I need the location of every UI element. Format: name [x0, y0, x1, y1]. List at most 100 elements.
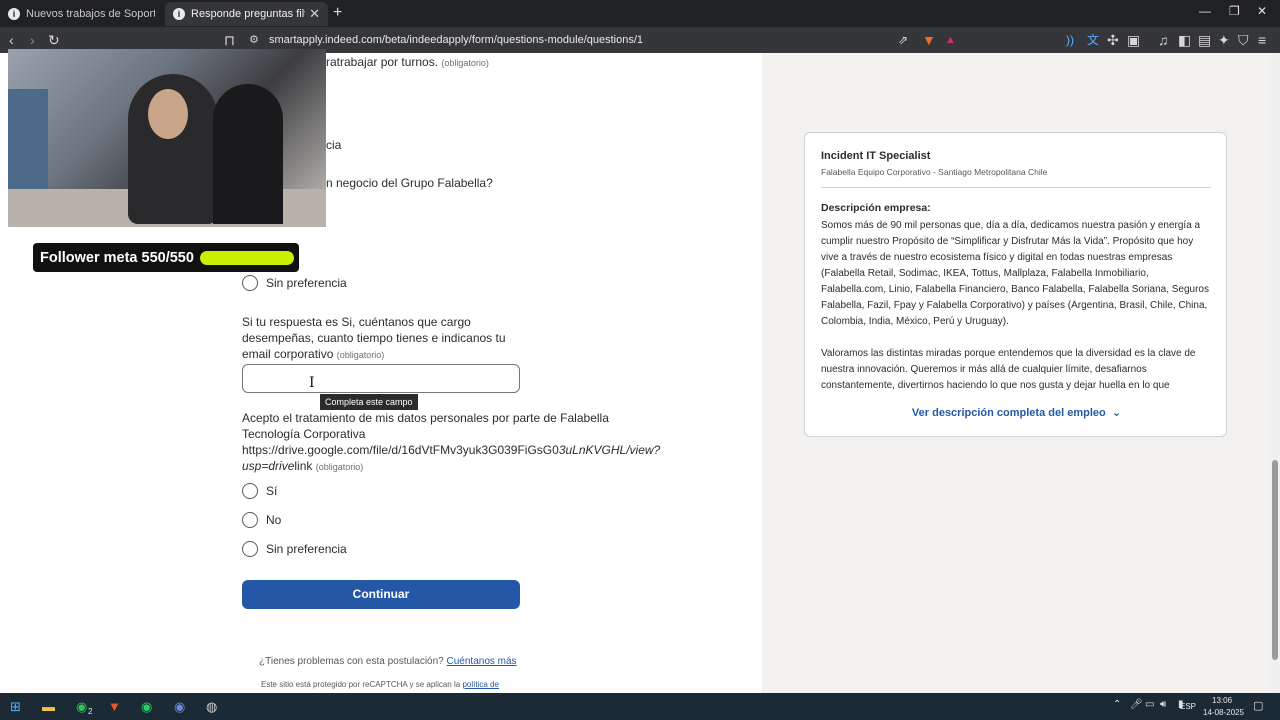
new-tab-icon[interactable]: + — [333, 4, 342, 22]
radio-label: Sin preferencia — [266, 542, 347, 556]
sidebar-icon[interactable]: ◧ — [1178, 31, 1191, 49]
see-full-description-button[interactable]: Ver descripción completa del empleo ⌄ — [805, 406, 1228, 419]
brave-shield-icon[interactable]: ▼ — [922, 31, 936, 49]
required-label: (obligatorio) — [315, 462, 364, 472]
tab-title: Nuevos trabajos de Soporte IT en Sa — [26, 8, 155, 20]
follower-goal-badge: Follower meta 550/550 — [33, 243, 299, 272]
description-paragraph-2: Valoramos las distintas miradas porque e… — [821, 348, 1196, 391]
reload-icon[interactable]: ↻ — [48, 31, 60, 49]
url-text: smartapply.indeed.com/beta/indeedapply/f… — [269, 34, 644, 46]
page-scrollbar[interactable] — [1270, 53, 1280, 693]
close-window-icon[interactable]: ✕ — [1257, 4, 1267, 18]
obs-icon[interactable]: ◍ — [206, 699, 217, 715]
site-settings-icon[interactable]: ⚙ — [249, 30, 259, 50]
description-paragraph-1: Somos más de 90 mil personas que, día a … — [821, 220, 1209, 327]
radio-no[interactable]: No — [242, 512, 281, 528]
leo-ai-icon[interactable]: ✦ — [1218, 31, 1230, 49]
footer-help: ¿Tienes problemas con esta postulación? … — [259, 656, 517, 667]
bookmark-icon[interactable]: ⊓ — [224, 31, 235, 49]
close-tab-icon[interactable]: ✕ — [309, 6, 320, 22]
webcam-face — [148, 89, 188, 139]
browser-tabstrip: i Nuevos trabajos de Soporte IT en Sa i … — [0, 0, 1280, 27]
clock-time[interactable]: 13:06 — [1212, 696, 1232, 705]
whatsapp-icon[interactable]: ◉ — [76, 699, 87, 715]
question-4-label: Acepto el tratamiento de mis datos perso… — [242, 410, 660, 475]
privacy-policy-link[interactable]: política de — [462, 680, 498, 689]
recaptcha-text: Este sitio está protegido por reCAPTCHA … — [261, 680, 461, 689]
follower-goal-text: Follower meta 550/550 — [40, 249, 194, 266]
job-title: Incident IT Specialist — [821, 150, 931, 162]
wallet-icon[interactable]: ▤ — [1198, 31, 1211, 49]
option-partial: cia — [326, 138, 342, 152]
question-2-partial: n negocio del Grupo Falabella? — [326, 176, 493, 190]
network-icon[interactable]: ▭ — [1145, 699, 1154, 710]
job-card: Incident IT Specialist Falabella Equipo … — [804, 132, 1227, 437]
cuentanos-mas-link[interactable]: Cuéntanos más — [447, 656, 517, 667]
audio-icon[interactable]: )) — [1066, 31, 1074, 49]
radio-button[interactable] — [242, 541, 258, 557]
drive-link-end: link — [294, 459, 313, 473]
footer-question: ¿Tienes problemas con esta postulación? — [259, 656, 444, 667]
radio-button[interactable] — [242, 275, 258, 291]
cargo-email-input[interactable] — [242, 364, 520, 393]
tab-title: Responde preguntas filtro de la — [191, 8, 305, 20]
radio-button[interactable] — [242, 512, 258, 528]
language-indicator[interactable]: ESP — [1180, 702, 1196, 711]
menu-icon[interactable]: ≡ — [1258, 31, 1266, 49]
see-full-label: Ver descripción completa del empleo — [911, 407, 1106, 419]
chevron-down-icon: ⌄ — [1108, 407, 1122, 419]
back-icon[interactable]: ‹ — [9, 31, 14, 49]
microphone-icon[interactable]: 🎤︎ — [1130, 699, 1143, 710]
radio-label: Sin preferencia — [266, 276, 347, 290]
screenshot-icon[interactable]: ▣ — [1127, 31, 1140, 49]
required-label: (obligatorio) — [336, 350, 385, 360]
required-label: (obligatorio) — [441, 58, 489, 68]
translate-icon[interactable]: 文 — [1087, 31, 1099, 49]
minimize-icon[interactable]: — — [1199, 4, 1211, 18]
volume-icon[interactable]: 🔊︎ — [1160, 699, 1166, 710]
job-company: Falabella Equipo Corporativo - Santiago … — [821, 167, 1048, 177]
webcam-second-person — [213, 84, 283, 224]
radio-label: Sí — [266, 484, 278, 498]
extensions-icon[interactable]: ✣ — [1107, 31, 1119, 49]
share-icon[interactable]: ⇗ — [898, 31, 908, 49]
question-4-text: Acepto el tratamiento de mis datos perso… — [242, 411, 609, 441]
radio-si[interactable]: Sí — [242, 483, 277, 499]
scroll-thumb[interactable] — [1272, 460, 1278, 660]
restore-icon[interactable]: ❐ — [1229, 4, 1240, 18]
tab-responde-preguntas[interactable]: i Responde preguntas filtro de la ✕ — [165, 2, 328, 26]
text-cursor-icon: I — [309, 375, 315, 391]
webcam-overlay — [8, 49, 326, 227]
tab-nuevos-trabajos[interactable]: i Nuevos trabajos de Soporte IT en Sa — [0, 2, 163, 26]
file-explorer-icon[interactable]: ▬ — [42, 699, 55, 714]
tray-expand-icon[interactable]: ⌃ — [1113, 699, 1121, 710]
radio-button[interactable] — [242, 483, 258, 499]
footer-recaptcha: Este sitio está protegido por reCAPTCHA … — [261, 680, 499, 689]
radio-label: No — [266, 513, 282, 527]
question-1-partial: ratrabajar por turnos. (obligatorio) — [326, 54, 489, 71]
media-icon[interactable]: ♫ — [1158, 31, 1169, 49]
brave-rewards-icon[interactable]: ▲ — [945, 31, 956, 49]
radio-sin-preferencia[interactable]: Sin preferencia — [242, 541, 347, 557]
spotify-icon[interactable]: ◉ — [141, 699, 152, 715]
clock-date[interactable]: 14-08-2025 — [1203, 708, 1244, 717]
notifications-icon[interactable]: ▢ — [1253, 699, 1263, 712]
discord-icon[interactable]: ◉ — [174, 699, 185, 715]
question-3-label: Si tu respuesta es Si, cuéntanos que car… — [242, 314, 532, 363]
question-1-text: ratrabajar por turnos. — [326, 55, 439, 69]
question-4-link: https://drive.google.com/file/d/16dVtFMv… — [242, 442, 660, 475]
info-icon: i — [173, 8, 185, 20]
forward-icon[interactable]: › — [30, 31, 35, 49]
address-bar[interactable]: ⚙ smartapply.indeed.com/beta/indeedapply… — [243, 30, 963, 50]
validation-tooltip: Completa este campo — [320, 394, 418, 410]
brave-icon[interactable]: ▼ — [108, 699, 121, 714]
continue-button[interactable]: Continuar — [242, 580, 520, 609]
divider — [821, 187, 1211, 188]
info-icon: i — [8, 8, 20, 20]
windows-start-icon[interactable]: ⊞ — [10, 699, 21, 715]
windows-taskbar: ⊞ ▬ ◉ 2 ▼ ◉ ◉ ◍ ⌃ 🎤︎ ▭ 🔊︎ ▮ ESP 13:06 14… — [0, 693, 1280, 720]
vpn-icon[interactable]: ⛉ — [1238, 31, 1249, 49]
whatsapp-badge: 2 — [88, 707, 93, 716]
description-heading: Descripción empresa: — [821, 202, 931, 214]
radio-sin-preferencia-q2[interactable]: Sin preferencia — [242, 275, 347, 291]
